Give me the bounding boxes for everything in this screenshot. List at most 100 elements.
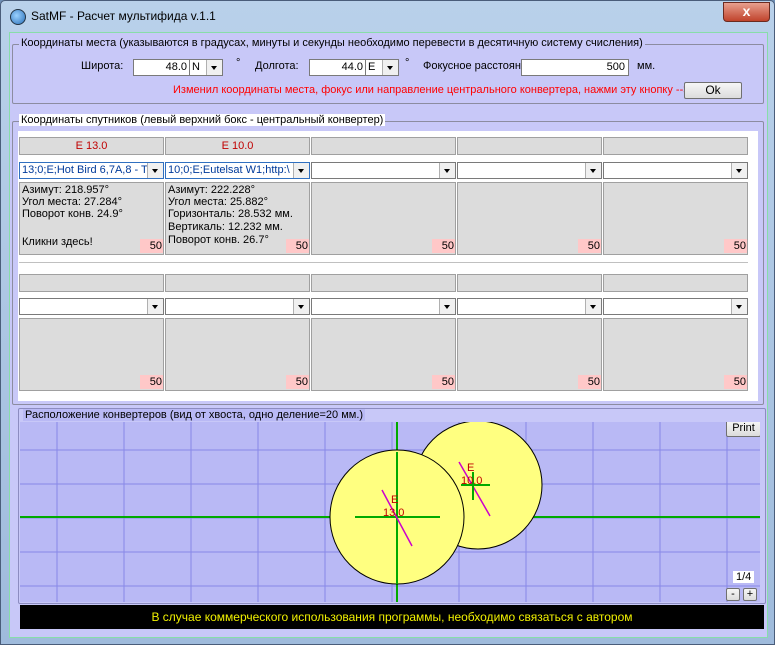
focus-value: 50 <box>724 375 747 389</box>
converter-label-e10-bottom: 10.0 <box>461 475 483 487</box>
satellites-panel: E 13.0 E 10.0 13;0;E;Hot Bird 6,7A,8 - T… <box>18 131 758 401</box>
chevron-down-icon <box>293 299 309 314</box>
satellite-header <box>311 137 456 155</box>
horizontal-text: Горизонталь: 28.532 мм. <box>168 208 293 220</box>
focus-value: 50 <box>432 239 455 253</box>
vertical-text: Вертикаль: 12.232 мм. <box>168 221 283 233</box>
app-window: SatMF - Расчет мультифида v.1.1 x Коорди… <box>0 0 775 645</box>
longitude-label: Долгота: <box>255 60 299 72</box>
satellite-select[interactable]: 13;0;E;Hot Bird 6,7A,8 - T <box>19 162 164 179</box>
longitude-degree-mark: ° <box>405 57 410 69</box>
location-group-title: Координаты места (указываются в градусах… <box>19 37 645 49</box>
focus-value: 50 <box>724 239 747 253</box>
satellite-header: E 13.0 <box>19 137 164 155</box>
satellite-header: E 10.0 <box>165 137 310 155</box>
satellite-select[interactable] <box>311 298 456 315</box>
focus-value: 50 <box>286 239 309 253</box>
chevron-down-icon <box>585 299 601 314</box>
rotation-text: Поворот конв. 26.7° <box>168 234 269 246</box>
satellite-info-cell[interactable]: 50 <box>457 318 602 391</box>
chevron-down-icon <box>293 163 309 178</box>
location-group: Координаты места (указываются в градусах… <box>12 37 764 104</box>
click-here-text[interactable]: Кликни здесь! <box>22 236 93 248</box>
zoom-out-button[interactable]: - <box>726 588 740 601</box>
chevron-down-icon <box>731 299 747 314</box>
zoom-level: 1/4 <box>733 571 755 583</box>
chevron-down-icon <box>147 299 163 314</box>
longitude-hemisphere-select[interactable]: E <box>365 59 399 76</box>
longitude-input[interactable]: 44.0 <box>309 59 367 76</box>
satellite-info-cell[interactable]: 50 <box>311 318 456 391</box>
status-bar: В случае коммерческого использования про… <box>20 605 764 629</box>
converter-label-e10-top: E <box>467 462 475 474</box>
satellite-select[interactable] <box>457 298 602 315</box>
satellite-globe-icon <box>10 9 26 25</box>
layout-group-title: Расположение конвертеров (вид от хвоста,… <box>23 409 366 421</box>
satellite-header <box>19 274 164 292</box>
satellite-select[interactable]: 10;0;E;Eutelsat W1;http:\ <box>165 162 310 179</box>
chevron-down-icon <box>206 60 222 75</box>
latitude-label: Широта: <box>81 60 124 72</box>
satellite-info-cell[interactable]: 50 <box>457 182 602 255</box>
satellite-info-cell[interactable]: 50 <box>603 182 748 255</box>
chevron-down-icon <box>731 163 747 178</box>
satellite-header <box>457 274 602 292</box>
satellite-select[interactable] <box>19 298 164 315</box>
chevron-down-icon <box>585 163 601 178</box>
satellite-select[interactable] <box>603 298 748 315</box>
zoom-in-button[interactable]: + <box>743 588 757 601</box>
focus-value: 50 <box>140 239 163 253</box>
chevron-down-icon <box>147 163 163 178</box>
chevron-down-icon <box>439 163 455 178</box>
focus-value: 50 <box>578 239 601 253</box>
satellite-header <box>311 274 456 292</box>
converter-label-e13-top: E <box>391 494 399 506</box>
satellite-info-cell[interactable]: 50 <box>311 182 456 255</box>
focal-length-unit: мм. <box>637 60 656 72</box>
satellite-select-value: 10;0;E;Eutelsat W1;http:\ <box>168 164 290 176</box>
focal-length-label: Фокусное расстояние: <box>423 60 537 72</box>
satellite-select-value: 13;0;E;Hot Bird 6,7A,8 - T <box>22 164 147 176</box>
satellite-select[interactable] <box>165 298 310 315</box>
chevron-down-icon <box>439 299 455 314</box>
recalculate-hint: Изменил координаты места, фокус или напр… <box>173 84 690 96</box>
satellite-info-cell[interactable]: 50 <box>603 318 748 391</box>
latitude-input[interactable]: 48.0 <box>133 59 191 76</box>
satellite-info-cell[interactable]: Азимут: 218.957° Угол места: 27.284° Пов… <box>19 182 164 255</box>
satellite-info-cell[interactable]: 50 <box>165 318 310 391</box>
close-button[interactable]: x <box>723 2 770 22</box>
satellite-info-cell[interactable]: 50 <box>19 318 164 391</box>
focal-length-input[interactable]: 500 <box>521 59 629 76</box>
ok-button[interactable]: Ok <box>684 82 742 99</box>
satellite-header <box>603 137 748 155</box>
satellite-select[interactable] <box>311 162 456 179</box>
latitude-degree-mark: ° <box>236 57 241 69</box>
satellite-header <box>457 137 602 155</box>
rotation-text: Поворот конв. 24.9° <box>22 208 123 220</box>
focus-value: 50 <box>578 375 601 389</box>
print-button[interactable]: Print <box>726 422 760 437</box>
focus-value: 50 <box>286 375 309 389</box>
azimuth-text: Азимут: 222.228° <box>168 184 256 196</box>
focus-value: 50 <box>140 375 163 389</box>
window-title: SatMF - Расчет мультифида v.1.1 <box>31 9 216 23</box>
chevron-down-icon <box>382 60 398 75</box>
elevation-text: Угол места: 25.882° <box>168 196 268 208</box>
azimuth-text: Азимут: 218.957° <box>22 184 110 196</box>
row-divider <box>19 262 748 263</box>
satellite-header <box>165 274 310 292</box>
longitude-hemisphere-value: E <box>368 61 376 73</box>
satellites-group-title: Координаты спутников (левый верхний бокс… <box>19 114 386 126</box>
latitude-hemisphere-value: N <box>192 61 200 73</box>
satellite-select[interactable] <box>603 162 748 179</box>
client-area: Координаты места (указываются в градусах… <box>9 32 768 638</box>
converter-label-e13-bottom: 13.0 <box>383 507 405 519</box>
converter-layout-canvas[interactable]: E 13.0 E 10.0 Print 1/4 - + <box>20 422 760 602</box>
focus-value: 50 <box>432 375 455 389</box>
satellite-select[interactable] <box>457 162 602 179</box>
latitude-hemisphere-select[interactable]: N <box>189 59 223 76</box>
elevation-text: Угол места: 27.284° <box>22 196 122 208</box>
satellite-header <box>603 274 748 292</box>
title-bar[interactable]: SatMF - Расчет мультифида v.1.1 x <box>1 1 774 31</box>
satellite-info-cell[interactable]: Азимут: 222.228° Угол места: 25.882° Гор… <box>165 182 310 255</box>
